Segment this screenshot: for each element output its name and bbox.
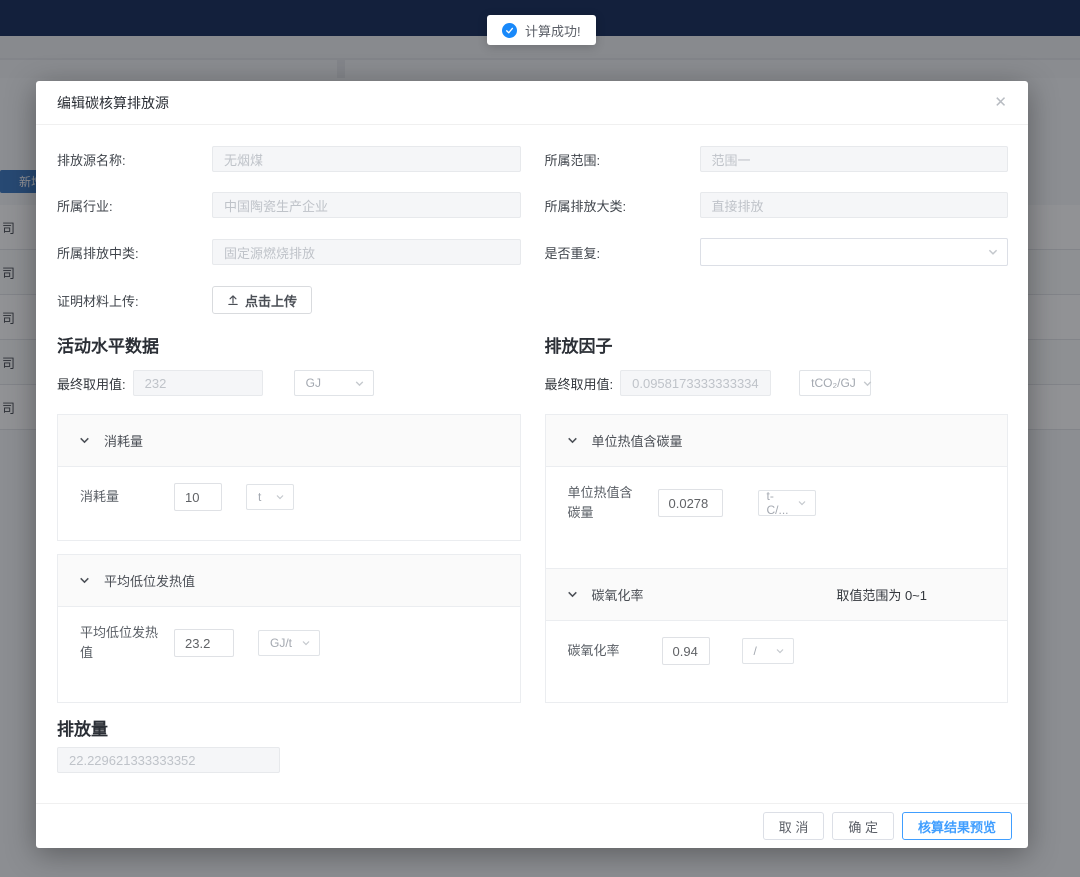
factor-section-title: 排放因子 (545, 332, 1009, 357)
field-label: 证明材料上传: (57, 291, 212, 310)
field-industry: 所属行业: (57, 192, 521, 218)
value-range-hint: 取值范围为 0~1 (836, 585, 987, 604)
unit-value: / (754, 644, 757, 658)
upload-button-label: 点击上传 (245, 291, 297, 310)
factor-final-input (620, 370, 771, 396)
field-mid-category: 所属排放中类: (57, 238, 521, 266)
field-upload: 证明材料上传: 点击上传 (57, 286, 1008, 314)
field-major-category: 所属排放大类: (545, 192, 1009, 218)
app-window: 新增 司 司 司 司 司 计算成功! 编辑碳核算排放源 ✕ 排放源名称: (0, 0, 1080, 877)
row-label: 平均低位发热值 (80, 623, 160, 663)
chevron-down-icon (775, 646, 785, 656)
emission-amount-input (57, 747, 280, 773)
heating-value-row: 平均低位发热值 GJ/t (58, 607, 520, 663)
field-source-name: 排放源名称: (57, 146, 521, 172)
heating-value-input[interactable] (174, 629, 234, 657)
field-label: 所属排放中类: (57, 243, 212, 262)
oxidation-rate-input[interactable] (662, 637, 710, 665)
toast-message: 计算成功! (525, 21, 581, 40)
final-value-label: 最终取用值: (57, 374, 126, 393)
field-label: 所属行业: (57, 196, 212, 215)
activity-section-title: 活动水平数据 (57, 332, 521, 357)
panel-title: 平均低位发热值 (104, 571, 195, 590)
chevron-down-icon (862, 378, 873, 389)
chevron-down-icon (354, 378, 365, 389)
dialog-header: 编辑碳核算排放源 ✕ (36, 81, 1028, 125)
consumption-row: 消耗量 t (58, 467, 520, 511)
row-label: 单位热值含碳量 (568, 483, 644, 523)
chevron-down-icon (301, 638, 311, 648)
consumption-panel-header[interactable]: 消耗量 (58, 415, 520, 467)
source-name-input (212, 146, 521, 172)
dialog-title: 编辑碳核算排放源 (57, 93, 169, 113)
factor-final-row: 最终取用值: tCO₂/GJ (545, 370, 1009, 396)
confirm-button[interactable]: 确 定 (832, 812, 894, 840)
field-label: 排放源名称: (57, 150, 212, 169)
cancel-button[interactable]: 取 消 (763, 812, 825, 840)
activity-unit-select: GJ (294, 370, 374, 396)
unit-value: GJ/t (270, 636, 292, 650)
upload-icon (227, 294, 239, 306)
consumption-input[interactable] (174, 483, 222, 511)
oxidation-rate-panel-header[interactable]: 碳氧化率 取值范围为 0~1 (546, 569, 1008, 621)
field-scope: 所属范围: (545, 146, 1009, 172)
oxidation-rate-row: 碳氧化率 / (546, 621, 1008, 665)
consumption-unit-select: t (246, 484, 294, 510)
row-label: 消耗量 (80, 487, 160, 507)
collapse-arrow-icon (78, 434, 91, 447)
emission-section-title: 排放量 (57, 715, 1008, 740)
edit-emission-source-dialog: 编辑碳核算排放源 ✕ 排放源名称: 所属范围: 所属行业: 所属 (36, 81, 1028, 848)
upload-button[interactable]: 点击上传 (212, 286, 312, 314)
activity-data-section: 活动水平数据 最终取用值: GJ (57, 314, 521, 703)
success-toast: 计算成功! (487, 15, 596, 45)
panel-title: 消耗量 (104, 431, 143, 450)
duplicate-select[interactable] (700, 238, 1009, 266)
dialog-body: 排放源名称: 所属范围: 所属行业: 所属排放大类: 所属排放中类: (36, 125, 1028, 773)
emission-amount-section: 排放量 (57, 715, 1008, 773)
oxidation-rate-panel: 碳氧化率 取值范围为 0~1 碳氧化率 / (545, 568, 1009, 703)
panel-title: 碳氧化率 (592, 585, 644, 604)
factor-unit-value: tCO₂/GJ (811, 376, 856, 390)
final-value-label: 最终取用值: (545, 374, 614, 393)
field-label: 所属范围: (545, 150, 700, 169)
dialog-footer: 取 消 确 定 核算结果预览 (36, 803, 1028, 848)
preview-result-button[interactable]: 核算结果预览 (902, 812, 1012, 840)
unit-value: t (258, 490, 261, 504)
carbon-content-input[interactable] (658, 489, 723, 517)
chevron-down-icon (275, 492, 285, 502)
heating-value-unit-select: GJ/t (258, 630, 320, 656)
collapse-arrow-icon (78, 574, 91, 587)
heating-value-panel: 平均低位发热值 平均低位发热值 GJ/t (57, 554, 521, 703)
panel-title: 单位热值含碳量 (592, 431, 683, 450)
carbon-content-panel-header[interactable]: 单位热值含碳量 (546, 415, 1008, 467)
form-grid: 排放源名称: 所属范围: 所属行业: 所属排放大类: 所属排放中类: (57, 146, 1008, 286)
row-label: 碳氧化率 (568, 641, 648, 661)
field-duplicate: 是否重复: (545, 238, 1009, 266)
scope-input (700, 146, 1009, 172)
emission-factor-section: 排放因子 最终取用值: tCO₂/GJ (545, 314, 1009, 703)
carbon-content-unit-select: t-C/... (758, 490, 816, 516)
factor-unit-select: tCO₂/GJ (799, 370, 871, 396)
field-label: 所属排放大类: (545, 196, 700, 215)
collapse-arrow-icon (566, 434, 579, 447)
collapse-arrow-icon (566, 588, 579, 601)
close-icon[interactable]: ✕ (994, 95, 1007, 110)
chevron-down-icon (797, 498, 807, 508)
activity-unit-value: GJ (306, 376, 321, 390)
oxidation-rate-unit-select: / (742, 638, 794, 664)
chevron-down-icon (987, 246, 999, 258)
field-label: 是否重复: (545, 243, 700, 262)
activity-final-row: 最终取用值: GJ (57, 370, 521, 396)
carbon-content-panel: 单位热值含碳量 单位热值含碳量 t-C/... (545, 414, 1009, 568)
success-check-icon (502, 23, 517, 38)
consumption-panel: 消耗量 消耗量 t (57, 414, 521, 541)
major-category-input (700, 192, 1009, 218)
carbon-content-row: 单位热值含碳量 t-C/... (546, 467, 1008, 523)
heating-value-panel-header[interactable]: 平均低位发热值 (58, 555, 520, 607)
unit-value: t-C/... (767, 489, 791, 517)
industry-input (212, 192, 521, 218)
activity-final-input (133, 370, 263, 396)
mid-category-input (212, 239, 521, 265)
